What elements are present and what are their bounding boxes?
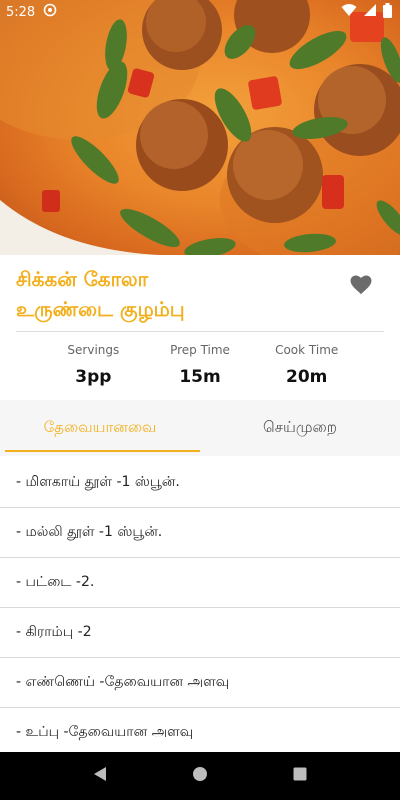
stat-cook-time: Cook Time 20m [253, 343, 360, 387]
home-icon[interactable] [192, 766, 208, 786]
list-item: - மிளகாய் தூள் -1 ஸ்பூன். [0, 458, 400, 508]
status-bar: 5:28 [0, 0, 400, 24]
back-icon[interactable] [92, 766, 108, 786]
stat-value: 3pp [75, 367, 112, 387]
stat-value: 20m [285, 367, 328, 387]
recipe-stats: Servings 3pp Prep Time 15m Cook Time 20m [40, 343, 360, 387]
ingredients-list: - மிளகாய் தூள் -1 ஸ்பூன். - மல்லி தூள் -… [0, 458, 400, 758]
title-divider [16, 331, 384, 332]
list-item: - உப்பு -தேவையான அளவு [0, 708, 400, 758]
list-item: - மல்லி தூள் -1 ஸ்பூன். [0, 508, 400, 558]
recipe-title-line1: சிக்கன் கோலா [16, 267, 149, 291]
tab-method[interactable]: செய்முறை [200, 400, 400, 456]
wifi-icon [341, 3, 357, 21]
signal-icon [363, 3, 377, 21]
stat-prep-time: Prep Time 15m [147, 343, 254, 387]
notification-icon [43, 3, 57, 21]
recipe-title: சிக்கன் கோலா உருண்டை குழம்பு [16, 264, 366, 324]
recipe-title-line2: உருண்டை குழம்பு [16, 297, 185, 321]
stat-label: Cook Time [275, 343, 339, 357]
heart-icon[interactable] [350, 275, 376, 299]
system-nav-bar [0, 752, 400, 800]
tab-ingredients[interactable]: தேவையானவை [0, 400, 200, 456]
stat-label: Servings [67, 343, 120, 357]
battery-icon [383, 2, 392, 22]
recipe-title-area: சிக்கன் கோலா உருண்டை குழம்பு [16, 264, 366, 324]
recipe-hero-image [0, 0, 400, 255]
recipe-tabs: தேவையானவை செய்முறை [0, 400, 400, 456]
stat-value: 15m [179, 367, 221, 387]
status-time: 5:28 [6, 4, 36, 20]
list-item: - கிராம்பு -2 [0, 608, 400, 658]
list-item: - பட்டை -2. [0, 558, 400, 608]
stat-servings: Servings 3pp [40, 343, 147, 387]
recents-icon[interactable] [292, 766, 308, 786]
stat-label: Prep Time [170, 343, 230, 357]
list-item: - எண்ணெய் -தேவையான அளவு [0, 658, 400, 708]
